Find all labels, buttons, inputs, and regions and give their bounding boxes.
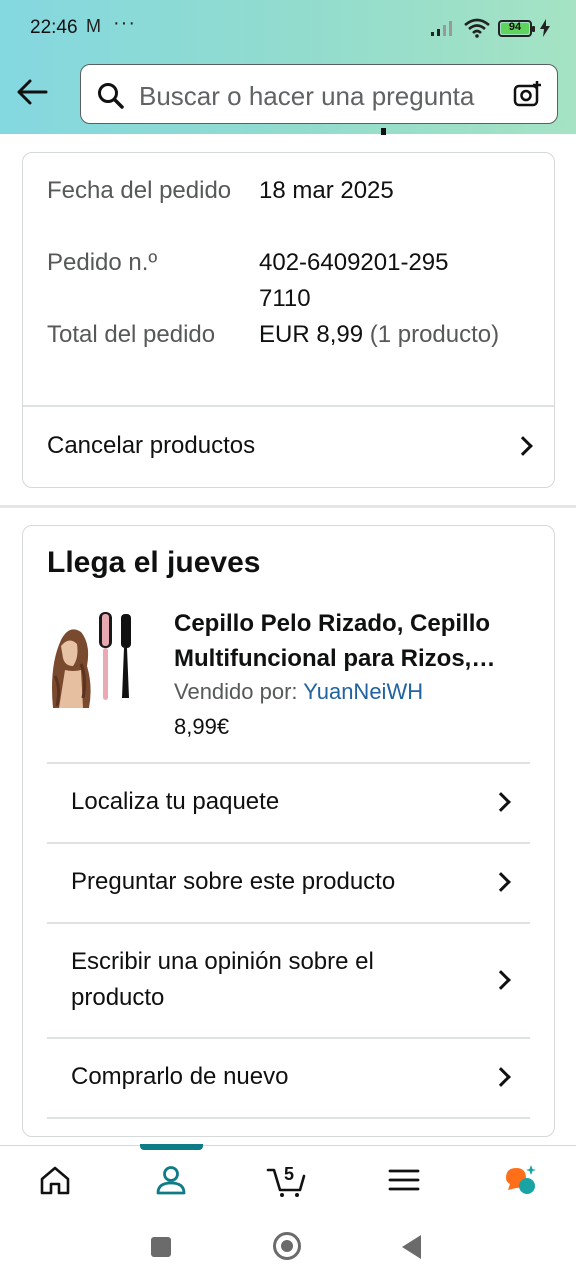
system-back-icon[interactable] [402, 1235, 421, 1259]
order-total-label: Total del pedido [47, 321, 216, 348]
order-date-value: 18 mar 2025 [259, 177, 394, 204]
home-icon[interactable] [37, 1162, 73, 1198]
order-number-value: 402-6409201-2957110 [259, 249, 449, 312]
wifi-icon [464, 18, 490, 38]
camera-search-icon[interactable] [513, 80, 543, 108]
search-icon [98, 83, 124, 109]
search-input[interactable]: Buscar o hacer una pregunta [139, 81, 489, 112]
section-divider [0, 505, 576, 508]
chevron-right-icon [491, 1067, 511, 1087]
seller-line: Vendido por: YuanNeiWH [174, 679, 423, 705]
ask-product-row[interactable]: Preguntar sobre este producto [71, 843, 530, 921]
seller-prefix: Vendido por: [174, 679, 298, 704]
chevron-right-icon [513, 436, 533, 456]
order-summary-card: Fecha del pedido 18 mar 2025 Pedido n.º … [22, 152, 555, 488]
search-bar[interactable]: Buscar o hacer una pregunta [80, 64, 558, 124]
more-notifications-icon: ··· [113, 12, 136, 34]
rufus-ai-icon[interactable] [502, 1162, 538, 1198]
order-total-count: (1 producto) [369, 321, 500, 348]
app-header: 22:46 M ··· 94 Buscar o hacer una pregun… [0, 0, 576, 134]
system-home-icon[interactable] [273, 1232, 301, 1260]
scroll-peek-mark [381, 128, 386, 135]
order-total-value: EUR 8,99 (1 producto) [259, 317, 549, 353]
divider [47, 1117, 530, 1119]
battery-level: 94 [508, 20, 522, 33]
shipment-card: Llega el jueves Cepillo Pelo Rizado, Cep… [22, 525, 555, 1137]
chevron-right-icon [491, 970, 511, 990]
product-price: 8,99€ [174, 714, 230, 739]
product-image[interactable] [47, 606, 145, 708]
chevron-right-icon [491, 792, 511, 812]
write-review-label: Escribir una opinión sobre el producto [71, 948, 374, 1011]
chevron-right-icon [491, 872, 511, 892]
gmail-notification-icon: M [86, 16, 101, 36]
delivery-heading: Llega el jueves [47, 546, 261, 579]
seller-link[interactable]: YuanNeiWH [303, 679, 423, 704]
write-review-row[interactable]: Escribir una opinión sobre el producto [71, 923, 530, 1037]
recent-apps-icon[interactable] [151, 1237, 171, 1257]
status-right: 94 [430, 16, 550, 40]
track-package-label: Localiza tu paquete [71, 788, 280, 815]
cancel-products-label: Cancelar productos [47, 432, 256, 459]
buy-again-row[interactable]: Comprarlo de nuevo [71, 1038, 530, 1116]
ask-product-label: Preguntar sobre este producto [71, 868, 396, 895]
cancel-products-row[interactable]: Cancelar productos [23, 406, 554, 486]
back-arrow-icon[interactable] [14, 74, 50, 110]
status-bar: 22:46 M ··· 94 [0, 0, 576, 56]
track-package-row[interactable]: Localiza tu paquete [71, 763, 530, 841]
battery-icon: 94 [498, 19, 535, 37]
order-number-label: Pedido n.º [47, 249, 158, 276]
product-title-link[interactable]: Cepillo Pelo Rizado, Cepillo Multifuncio… [174, 606, 536, 676]
buy-again-label: Comprarlo de nuevo [71, 1063, 289, 1090]
active-tab-indicator [140, 1144, 203, 1150]
charging-icon [540, 19, 550, 37]
status-time: 22:46 [30, 17, 78, 38]
order-date-label: Fecha del pedido [47, 177, 232, 204]
menu-icon[interactable] [386, 1162, 422, 1198]
order-total-amount: EUR 8,99 [259, 321, 364, 348]
account-icon[interactable] [153, 1162, 189, 1198]
signal-icon [431, 21, 452, 36]
cart-count-badge: 5 [284, 1164, 295, 1184]
bottom-nav: 5 [0, 1144, 576, 1215]
